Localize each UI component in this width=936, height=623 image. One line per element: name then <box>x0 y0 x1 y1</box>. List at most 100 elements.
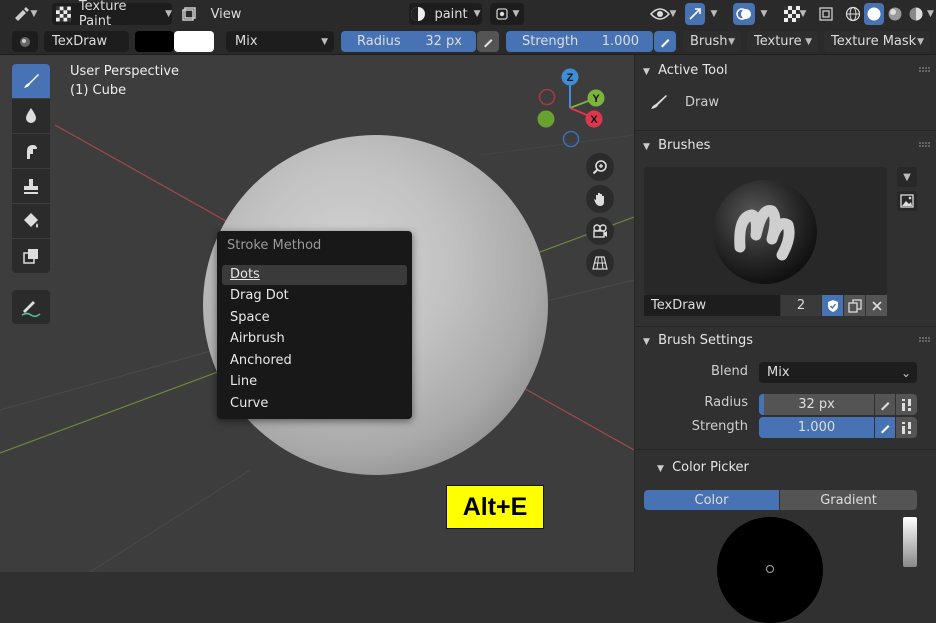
overlays-toggle[interactable] <box>733 3 755 25</box>
texture-mask-menu[interactable]: Texture Mask ▼ <box>824 31 930 52</box>
tool-soften[interactable] <box>12 99 50 133</box>
section-divider <box>635 130 936 131</box>
drag-grip-icon[interactable] <box>919 142 931 148</box>
tool-smear[interactable] <box>12 134 50 168</box>
overlay-toggle[interactable] <box>178 3 200 25</box>
shading-material[interactable] <box>885 3 905 25</box>
brush-name-field[interactable]: TexDraw <box>44 31 129 52</box>
radius-row-label: Radius <box>704 395 748 410</box>
brushes-header[interactable]: ▼ Brushes <box>643 138 927 154</box>
brush-image-button[interactable] <box>897 191 917 211</box>
overlays-icon <box>736 8 751 20</box>
color-primary-swatch[interactable] <box>135 31 174 52</box>
menu-item-airbrush[interactable]: Airbrush <box>222 329 407 349</box>
mode-label: Texture Paint <box>78 0 127 29</box>
rendered-shading-icon <box>909 7 923 21</box>
gizmo-toggle[interactable] <box>685 3 705 25</box>
texture-menu-label: Texture <box>754 34 802 49</box>
unlink-brush-button[interactable] <box>866 295 887 316</box>
drag-grip-icon[interactable] <box>919 67 931 73</box>
radius-pressure-toggle[interactable] <box>477 31 499 52</box>
navigation-gizmo[interactable]: Z Y X <box>530 65 610 155</box>
gizmo-dropdown[interactable]: ▼ <box>707 3 721 25</box>
menu-item-airbrush-label: Airbrush <box>230 331 285 346</box>
strength-pressure-button[interactable] <box>875 417 895 438</box>
menu-item-line[interactable]: Line <box>222 372 407 392</box>
brush-preview[interactable] <box>644 167 887 295</box>
editor-type-button[interactable]: ▼ <box>8 3 42 25</box>
xray-button[interactable] <box>816 3 836 25</box>
menu-item-drag-dot-label: Drag Dot <box>230 288 289 303</box>
brush-settings-header[interactable]: ▼ Brush Settings <box>643 333 927 349</box>
value-slider[interactable] <box>903 517 917 567</box>
brushes-title: Brushes <box>658 138 711 153</box>
radius-unit-button[interactable] <box>896 394 917 415</box>
tool-clone[interactable] <box>12 169 50 203</box>
blend-value: Mix <box>235 34 258 49</box>
pen-pressure-icon <box>483 38 493 47</box>
shading-rendered[interactable] <box>906 3 926 25</box>
color-picker-header[interactable]: ▼ Color Picker <box>657 460 936 476</box>
visibility-toggle[interactable]: ▼ <box>645 3 681 25</box>
color-wheel[interactable] <box>717 517 823 623</box>
camera-view-button[interactable] <box>586 217 614 245</box>
brush-preview-button[interactable] <box>12 31 38 52</box>
camera-icon <box>593 224 607 238</box>
fake-user-toggle[interactable] <box>822 295 843 316</box>
tool-properties-panel: ▼ Active Tool Draw ▼ Brushes ▼ TexDraw 2 <box>634 55 936 623</box>
tool-mask[interactable] <box>12 239 50 273</box>
brush-name-text: TexDraw <box>52 34 108 49</box>
brush-users-count[interactable]: 2 <box>781 295 821 316</box>
overlays-dropdown[interactable]: ▼ <box>757 3 771 25</box>
view-menu-label: View <box>210 6 242 22</box>
shading-solid[interactable] <box>864 3 884 25</box>
xray-toggle[interactable]: ▼ <box>777 3 813 25</box>
section-divider <box>635 326 936 327</box>
texture-menu[interactable]: Texture ▼ <box>747 31 818 52</box>
active-tool-title: Active Tool <box>658 63 728 78</box>
tool-annotate[interactable] <box>12 290 50 324</box>
radius-pressure-button[interactable] <box>875 394 895 415</box>
menu-item-drag-dot[interactable]: Drag Dot <box>222 286 407 306</box>
menu-item-dots[interactable]: Dots <box>222 265 407 285</box>
tab-color[interactable]: Color <box>644 490 779 510</box>
pan-button[interactable] <box>586 185 614 213</box>
view-menu[interactable]: View <box>205 3 247 25</box>
brush-browser-dropdown[interactable]: ▼ <box>897 167 917 187</box>
radius-slider[interactable]: Radius 32 px <box>341 31 476 52</box>
drag-grip-icon[interactable] <box>919 337 931 343</box>
strength-slider[interactable]: Strength 1.000 <box>506 31 653 52</box>
tool-settings-header: TexDraw Mix ▼ Radius 32 px Strength 1.00… <box>0 28 936 55</box>
tab-gradient[interactable]: Gradient <box>780 490 917 510</box>
menu-item-curve-label: Curve <box>230 396 269 411</box>
mode-dropdown[interactable]: Texture Paint ▼ <box>52 0 172 29</box>
zoom-button[interactable] <box>586 153 614 181</box>
close-icon <box>871 300 882 311</box>
paint-dropdown[interactable]: paint ▼ <box>409 3 482 25</box>
duplicate-brush-button[interactable] <box>844 295 865 316</box>
tool-draw[interactable] <box>12 64 50 98</box>
pen-pressure-icon <box>881 401 890 410</box>
tool-fill[interactable] <box>12 204 50 238</box>
radius-fill <box>759 394 764 415</box>
draw-brush-icon <box>24 74 39 88</box>
color-secondary-swatch[interactable] <box>174 31 214 52</box>
blend-dropdown[interactable]: Mix ▼ <box>226 31 334 52</box>
menu-item-curve[interactable]: Curve <box>222 394 407 414</box>
ortho-toggle-button[interactable] <box>586 249 614 277</box>
pivot-dropdown[interactable]: ▼ <box>490 3 524 25</box>
menu-item-space[interactable]: Space <box>222 308 407 328</box>
strength-field[interactable]: 1.000 <box>759 417 874 438</box>
strength-unit-button[interactable] <box>896 417 917 438</box>
brush-datablock-name[interactable]: TexDraw <box>644 295 780 316</box>
active-tool-header[interactable]: ▼ Active Tool <box>643 63 927 79</box>
menu-item-anchored[interactable]: Anchored <box>222 351 407 371</box>
blend-mode-dropdown[interactable]: Mix ⌄ <box>759 362 917 383</box>
brush-menu[interactable]: Brush ▼ <box>683 31 741 52</box>
shading-wireframe[interactable] <box>843 3 863 25</box>
active-tool-row[interactable]: Draw <box>649 91 849 113</box>
shading-dropdown[interactable]: ▼ <box>925 3 936 25</box>
strength-pressure-toggle[interactable] <box>654 31 676 52</box>
annotate-pen-icon <box>21 301 41 318</box>
radius-field[interactable]: 32 px <box>759 394 874 415</box>
